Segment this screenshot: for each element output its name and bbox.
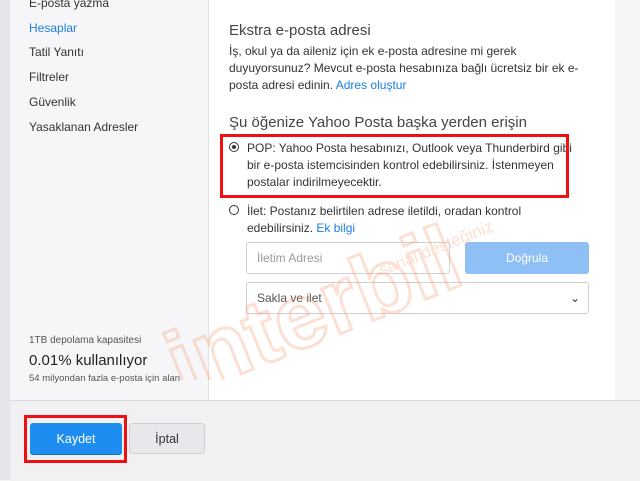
storage-capacity: 1TB depolama kapasitesi xyxy=(29,335,142,346)
forward-action-value: Sakla ve ilet xyxy=(257,291,322,305)
settings-window: E-posta yazma Hesaplar Tatil Yanıtı Filt… xyxy=(0,0,640,481)
forward-option[interactable]: İlet: Postanız belirtilen adrese iletild… xyxy=(229,203,574,237)
settings-main-panel: Ekstra e-posta adresi İş, okul ya da ail… xyxy=(209,0,615,400)
forward-option-text: İlet: Postanız belirtilen adrese iletild… xyxy=(247,203,574,237)
extra-email-title: Ekstra e-posta adresi xyxy=(229,22,371,39)
sidebar-item-vacation-reply[interactable]: Tatil Yanıtı xyxy=(29,45,84,59)
pop-radio[interactable] xyxy=(229,142,239,152)
sidebar-item-filters[interactable]: Filtreler xyxy=(29,70,69,84)
extra-email-description: İş, okul ya da aileniz için ek e-posta a… xyxy=(229,43,589,94)
cancel-button[interactable]: İptal xyxy=(129,423,205,454)
forward-action-select[interactable]: Sakla ve ilet ⌄ xyxy=(246,282,589,314)
sidebar-item-compose[interactable]: E-posta yazma xyxy=(29,0,109,10)
verify-button[interactable]: Doğrula xyxy=(465,242,589,274)
forward-radio[interactable] xyxy=(229,205,239,215)
settings-sidebar: E-posta yazma Hesaplar Tatil Yanıtı Filt… xyxy=(10,0,209,400)
storage-used: 0.01% kullanılıyor xyxy=(29,352,148,369)
pop-option[interactable]: POP: Yahoo Posta hesabınızı, Outlook vey… xyxy=(229,140,574,191)
sidebar-item-accounts[interactable]: Hesaplar xyxy=(29,21,77,35)
more-info-link[interactable]: Ek bilgi xyxy=(316,221,355,235)
right-strip xyxy=(615,0,640,400)
access-title: Şu öğenize Yahoo Posta başka yerden eriş… xyxy=(229,114,527,131)
chevron-down-icon: ⌄ xyxy=(569,291,580,305)
settings-footer: Kaydet İptal xyxy=(10,400,640,481)
storage-info: 1TB depolama kapasitesi 0.01% kullanılıy… xyxy=(29,335,209,384)
sidebar-item-blocked-addresses[interactable]: Yasaklanan Adresler xyxy=(29,120,138,134)
sidebar-item-security[interactable]: Güvenlik xyxy=(29,95,76,109)
forward-address-input[interactable] xyxy=(246,242,450,274)
left-gutter xyxy=(0,0,10,480)
pop-option-text: POP: Yahoo Posta hesabınızı, Outlook vey… xyxy=(247,141,572,189)
save-button[interactable]: Kaydet xyxy=(30,423,122,454)
forward-text: İlet: Postanız belirtilen adrese iletild… xyxy=(247,204,522,235)
storage-note: 54 milyondan fazla e-posta için alan xyxy=(29,373,181,384)
create-address-link[interactable]: Adres oluştur xyxy=(336,78,407,92)
